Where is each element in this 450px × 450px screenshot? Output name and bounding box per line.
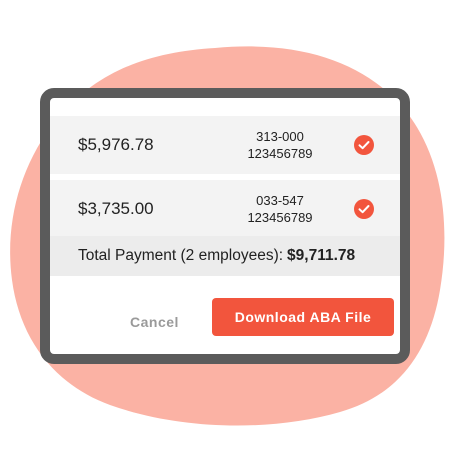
- payment-amount: $5,976.78: [78, 135, 154, 154]
- payment-row: $3,735.00 033-547 123456789: [50, 180, 400, 238]
- total-payment-label: Total Payment (2 employees):: [78, 247, 284, 264]
- download-aba-file-button[interactable]: Download ABA File: [212, 298, 394, 336]
- bank-details: 033-547 123456789: [220, 192, 340, 226]
- payment-row: $5,976.78 313-000 123456789: [50, 116, 400, 174]
- cancel-button[interactable]: Cancel: [130, 314, 179, 330]
- illustration: $5,976.78 313-000 123456789 $3,735.00 03…: [0, 0, 450, 450]
- bank-details: 313-000 123456789: [220, 128, 340, 162]
- check-circle-icon: [354, 135, 374, 155]
- check-circle-icon: [354, 199, 374, 219]
- total-payment-value: $9,711.78: [287, 247, 356, 264]
- payment-dialog: $5,976.78 313-000 123456789 $3,735.00 03…: [40, 88, 410, 364]
- bsb-number: 033-547: [256, 193, 304, 208]
- account-number: 123456789: [247, 146, 313, 161]
- total-payment-bar: Total Payment (2 employees): $9,711.78: [50, 236, 400, 276]
- payment-amount: $3,735.00: [78, 199, 154, 218]
- bsb-number: 313-000: [256, 129, 304, 144]
- account-number: 123456789: [247, 210, 313, 225]
- total-payment: Total Payment (2 employees): $9,711.78: [78, 247, 355, 265]
